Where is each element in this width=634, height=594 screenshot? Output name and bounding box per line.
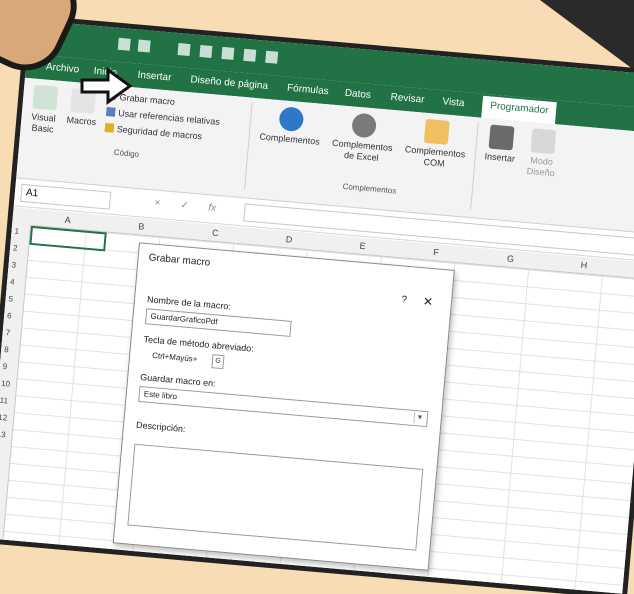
gear-icon	[351, 112, 378, 139]
row-header[interactable]: 3	[11, 260, 16, 269]
com-add-ins-label: Complementos COM	[404, 144, 466, 169]
column-header[interactable]: C	[212, 228, 219, 239]
row-header[interactable]: 6	[7, 311, 12, 320]
column-header[interactable]: D	[285, 234, 292, 245]
group-complementos-label: Complementos	[342, 181, 397, 196]
row-header[interactable]: 11	[0, 396, 8, 406]
ribbon-separator	[244, 101, 253, 190]
relative-references-icon	[105, 107, 116, 117]
add-ins-icon	[278, 106, 305, 133]
excel-add-ins-label: Complementos de Excel	[331, 137, 393, 163]
column-header[interactable]: E	[359, 241, 366, 251]
excel-add-ins-button[interactable]: Complementos de Excel	[325, 110, 401, 165]
name-box[interactable]: A1	[20, 183, 112, 210]
enter-icon[interactable]: ✓	[180, 200, 189, 212]
macros-label: Macros	[66, 114, 97, 128]
table-icon[interactable]	[177, 43, 191, 57]
macro-security-button[interactable]: Seguridad de macros	[104, 122, 203, 141]
row-header[interactable]: 5	[8, 294, 13, 303]
store-macro-select[interactable]: Este libro ▼	[138, 385, 429, 428]
print-icon[interactable]	[265, 50, 279, 64]
store-macro-value: Este libro	[143, 389, 178, 402]
row-header[interactable]: 13	[0, 430, 6, 440]
dialog-title: Grabar macro	[148, 252, 211, 269]
shortcut-key-input[interactable]: G	[211, 354, 225, 370]
sort-icon[interactable]	[199, 44, 213, 58]
visual-basic-label: Visual Basic	[30, 111, 57, 135]
cancel-icon[interactable]: ×	[154, 198, 161, 209]
com-add-ins-icon	[423, 118, 450, 145]
save-icon[interactable]	[117, 37, 131, 51]
description-input[interactable]	[127, 443, 424, 551]
add-ins-label: Complementos	[259, 131, 321, 147]
tab-revisar[interactable]: Revisar	[390, 92, 425, 106]
tab-vista[interactable]: Vista	[442, 96, 465, 109]
visual-basic-button[interactable]: Visual Basic	[24, 84, 64, 136]
macro-name-input[interactable]: GuardarGraficoPdf	[144, 308, 292, 337]
undo-icon[interactable]	[137, 39, 151, 53]
group-codigo-label: Código	[113, 147, 140, 159]
fx-icon[interactable]: fx	[208, 202, 217, 214]
design-mode-label: Modo Diseño	[526, 155, 556, 179]
column-header[interactable]: G	[507, 254, 515, 265]
tab-archivo[interactable]: Archivo	[45, 62, 79, 76]
insert-control-label: Insertar	[484, 151, 516, 164]
visual-basic-icon	[32, 84, 59, 111]
help-button[interactable]: ?	[401, 294, 408, 305]
tab-diseno[interactable]: Diseño de página	[190, 74, 269, 92]
design-mode-button[interactable]: Modo Diseño	[520, 128, 564, 180]
row-header[interactable]: 4	[10, 277, 15, 286]
description-label: Descripción:	[135, 419, 186, 435]
column-header[interactable]: A	[64, 215, 71, 225]
row-header[interactable]: 8	[4, 345, 9, 354]
column-header[interactable]: B	[138, 221, 145, 231]
shortcut-prefix: Ctrl+Mayús+	[151, 350, 198, 364]
insert-control-button[interactable]: Insertar	[479, 124, 522, 165]
filter-icon[interactable]	[221, 46, 235, 60]
add-ins-button[interactable]: Complementos	[254, 104, 327, 148]
row-header[interactable]: 7	[5, 328, 10, 337]
row-header[interactable]: 1	[14, 226, 19, 235]
row-header[interactable]: 9	[2, 362, 7, 371]
excel-window: Archivo Inicio Insertar Diseño de página…	[0, 20, 634, 594]
close-button[interactable]: ✕	[422, 294, 433, 309]
toolbox-icon	[488, 124, 515, 151]
tab-formulas[interactable]: Fórmulas	[287, 83, 329, 98]
warning-icon	[104, 122, 115, 133]
pointer-arrow-icon	[80, 67, 133, 105]
row-header[interactable]: 2	[13, 243, 18, 252]
tab-datos[interactable]: Datos	[344, 88, 371, 101]
format-icon[interactable]	[243, 48, 257, 62]
column-header[interactable]: F	[433, 247, 439, 257]
row-header[interactable]: 10	[1, 379, 11, 389]
column-header[interactable]: H	[580, 260, 587, 271]
record-macro-dialog: Grabar macro ? ✕ Nombre de la macro: Gua…	[112, 242, 455, 571]
com-add-ins-button[interactable]: Complementos COM	[399, 117, 473, 172]
design-mode-icon	[530, 128, 557, 155]
chevron-down-icon: ▼	[413, 411, 426, 424]
tab-insertar[interactable]: Insertar	[137, 70, 172, 84]
row-header[interactable]: 12	[0, 413, 8, 423]
